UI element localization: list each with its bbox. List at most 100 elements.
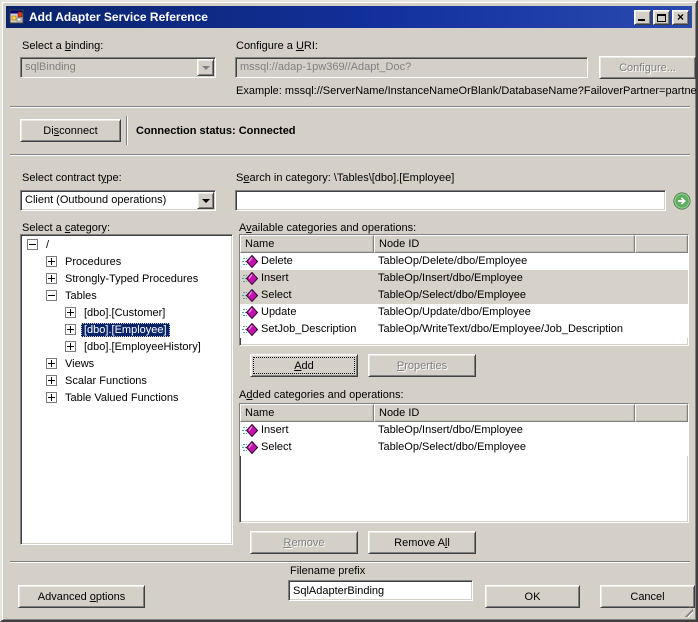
operation-node-id-cell: TableOp/Delete/dbo/Employee — [378, 255, 528, 267]
add-button[interactable]: Add — [250, 354, 358, 377]
titlebar[interactable]: Add Adapter Service Reference × — [6, 6, 692, 28]
column-header-node-id[interactable]: Node ID — [374, 404, 635, 422]
expand-icon[interactable] — [46, 358, 57, 369]
search-input[interactable] — [235, 190, 666, 211]
tree-item-dbo-employee[interactable]: [dbo].[Employee] — [21, 323, 232, 340]
search-go-button[interactable] — [672, 192, 691, 211]
minimize-icon — [638, 18, 645, 21]
uri-input[interactable]: mssql://adap-1pw369//Adapt_Doc? — [235, 57, 588, 78]
operation-node-id-cell: TableOp/Select/dbo/Employee — [378, 441, 526, 453]
table-row-select[interactable]: Select TableOp/Select/dbo/Employee — [240, 287, 688, 304]
expand-icon[interactable] — [46, 392, 57, 403]
close-button[interactable]: × — [672, 9, 689, 25]
minimize-button[interactable] — [634, 9, 651, 25]
search-category-label: Search in category: \Tables\[dbo].[Emplo… — [236, 172, 455, 184]
tree-item-label: Strongly-Typed Procedures — [65, 273, 199, 285]
expand-icon[interactable] — [46, 375, 57, 386]
operation-name-cell: Select — [240, 287, 374, 304]
tree-item-[interactable]: / — [21, 238, 232, 255]
operation-name-cell: Delete — [240, 253, 374, 270]
tree-item-scalar-functions[interactable]: Scalar Functions — [21, 374, 232, 391]
operation-icon — [242, 254, 259, 269]
table-row-delete[interactable]: Delete TableOp/Delete/dbo/Employee — [240, 253, 688, 270]
operation-name-cell: SetJob_Description — [240, 321, 374, 338]
operation-icon — [242, 288, 259, 303]
available-operations-table: Name Node ID Delete TableOp/Delete/dbo/Em… — [239, 234, 689, 346]
tree-item-procedures[interactable]: Procedures — [21, 255, 232, 272]
expand-icon[interactable] — [46, 273, 57, 284]
expand-icon[interactable] — [65, 324, 76, 335]
tree-item-label: / — [46, 239, 50, 251]
binding-label: Select a binding: — [22, 40, 104, 52]
tree-item-dbo-employeehistory[interactable]: [dbo].[EmployeeHistory] — [21, 340, 232, 357]
column-header-blank[interactable] — [635, 235, 688, 253]
collapse-icon[interactable] — [46, 290, 57, 301]
tree-item-dbo-customer[interactable]: [dbo].[Customer] — [21, 306, 232, 323]
tree-item-label: Procedures — [65, 256, 122, 268]
operation-name-cell: Insert — [240, 422, 374, 439]
maximize-icon — [657, 13, 666, 22]
blank-cell — [635, 422, 688, 439]
configure-button[interactable]: Configure... — [599, 56, 696, 79]
column-header-blank[interactable] — [635, 404, 688, 422]
uri-example-text: Example: mssql://ServerName/InstanceName… — [236, 85, 698, 97]
category-tree: / Procedures Strongly-Typed Procedures Tabl… — [20, 234, 233, 545]
tree-item-label: [dbo].[EmployeeHistory] — [84, 341, 201, 353]
blank-cell — [635, 270, 688, 287]
blank-cell — [635, 253, 688, 270]
column-header-name[interactable]: Name — [240, 235, 374, 253]
tree-item-tables[interactable]: Tables — [21, 289, 232, 306]
operation-icon — [242, 440, 259, 455]
separator — [10, 106, 690, 108]
added-operations-label: Added categories and operations: — [239, 389, 404, 401]
table-row-insert[interactable]: Insert TableOp/Insert/dbo/Employee — [240, 270, 688, 287]
column-header-name[interactable]: Name — [240, 404, 374, 422]
advanced-options-button[interactable]: Advanced options — [18, 585, 145, 608]
category-label: Select a category: — [22, 222, 111, 234]
operation-node-id-cell: TableOp/Insert/dbo/Employee — [378, 272, 523, 284]
tree-item-strongly-typed-procedures[interactable]: Strongly-Typed Procedures — [21, 272, 232, 289]
binding-combobox[interactable]: sqlBinding — [20, 57, 216, 78]
cancel-button[interactable]: Cancel — [600, 585, 695, 608]
expand-icon[interactable] — [65, 341, 76, 352]
blank-cell — [635, 439, 688, 456]
available-operations-label: Available categories and operations: — [239, 222, 417, 234]
remove-button[interactable]: Remove — [250, 531, 358, 554]
expand-icon[interactable] — [65, 307, 76, 318]
connection-status: Connection status: Connected — [136, 125, 296, 137]
connection-status-value: Connected — [238, 125, 296, 137]
contract-type-label: Select contract type: — [22, 172, 122, 184]
go-arrow-icon — [673, 192, 691, 213]
operation-name-cell: Select — [240, 439, 374, 456]
tree-item-table-valued-functions[interactable]: Table Valued Functions — [21, 391, 232, 408]
table-row-insert[interactable]: Insert TableOp/Insert/dbo/Employee — [240, 422, 688, 439]
column-header-node-id[interactable]: Node ID — [374, 235, 635, 253]
table-row-select[interactable]: Select TableOp/Select/dbo/Employee — [240, 439, 688, 456]
contract-type-combobox[interactable]: Client (Outbound operations) — [20, 190, 216, 211]
filename-prefix-input[interactable] — [288, 580, 473, 601]
separator — [10, 561, 690, 563]
separator — [126, 116, 128, 145]
chevron-down-icon — [197, 59, 214, 76]
remove-all-button[interactable]: Remove All — [368, 531, 476, 554]
operation-icon — [242, 271, 259, 286]
disconnect-button[interactable]: Disconnect — [20, 119, 121, 142]
available-table-header: Name Node ID — [240, 235, 688, 253]
chevron-down-icon — [197, 192, 214, 209]
tree-item-views[interactable]: Views — [21, 357, 232, 374]
operation-name-cell: Update — [240, 304, 374, 321]
properties-button[interactable]: Properties — [368, 354, 476, 377]
table-row-setjob_description[interactable]: SetJob_Description TableOp/WriteText/dbo/… — [240, 321, 688, 338]
blank-cell — [635, 287, 688, 304]
close-icon: × — [676, 9, 684, 24]
collapse-icon[interactable] — [27, 239, 38, 250]
expand-icon[interactable] — [46, 256, 57, 267]
filename-prefix-label: Filename prefix — [290, 565, 366, 577]
tree-item-label: Tables — [65, 290, 97, 302]
maximize-button[interactable] — [653, 9, 670, 25]
tree-item-label: Scalar Functions — [65, 375, 147, 387]
ok-button[interactable]: OK — [485, 585, 580, 608]
table-row-update[interactable]: Update TableOp/Update/dbo/Employee — [240, 304, 688, 321]
tree-item-label: Views — [65, 358, 95, 370]
contract-type-value: Client (Outbound operations) — [25, 194, 167, 206]
